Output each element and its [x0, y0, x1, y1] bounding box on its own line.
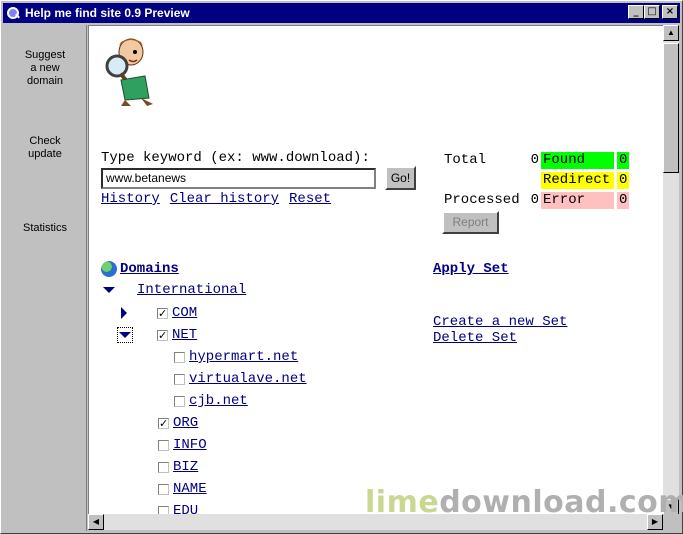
tree-item-name[interactable]: NAME	[173, 481, 207, 497]
scroll-left-button[interactable]: ◀	[88, 514, 104, 530]
focus-expander[interactable]	[117, 327, 133, 343]
reset-link[interactable]: Reset	[289, 191, 331, 207]
processed-value: 0	[530, 192, 539, 208]
app-window: Help me find site 0.9 Preview _ □ × Sugg…	[0, 0, 683, 534]
collapse-down-icon	[119, 332, 131, 338]
window-controls: _ □ ×	[628, 5, 678, 19]
redirect-label: Redirect	[541, 172, 614, 189]
keyword-input[interactable]: www.betanews	[101, 168, 376, 189]
tree-row-hypermart: hypermart.net	[174, 348, 298, 366]
watermark-logo: limedownload.com	[365, 485, 683, 520]
international-link[interactable]: International	[137, 282, 246, 298]
sidebar-item-statistics[interactable]: Statistics	[3, 222, 87, 235]
domains-link[interactable]: Domains	[120, 261, 179, 277]
clear-history-link[interactable]: Clear history	[170, 191, 279, 207]
checkbox-biz[interactable]	[158, 461, 169, 473]
watermark-part-lime: lime	[365, 485, 440, 520]
vertical-scroll-thumb[interactable]	[663, 43, 679, 173]
checkbox-cjb[interactable]	[174, 395, 185, 407]
redirect-value: 0	[617, 172, 629, 189]
tree-row-biz: BIZ	[158, 458, 198, 476]
tree-item-org[interactable]: ORG	[173, 415, 198, 431]
sidebar-item-suggest-domain[interactable]: Suggest a new domain	[3, 49, 87, 88]
keyword-label: Type keyword (ex: www.download):	[101, 150, 370, 166]
vertical-scrollbar[interactable]: ▲ ▼	[663, 25, 679, 515]
tree-item-net[interactable]: NET	[172, 327, 197, 343]
tree-row-com: ✓ COM	[121, 304, 197, 322]
sidebar: Suggest a new domain Check update Statis…	[3, 25, 87, 531]
checkbox-org[interactable]: ✓	[158, 417, 169, 429]
total-label: Total	[444, 152, 487, 168]
watermark-part-com: .com	[606, 485, 683, 520]
title-bar[interactable]: Help me find site 0.9 Preview _ □ ×	[3, 3, 680, 23]
processed-label: Processed	[444, 192, 520, 208]
tree-group-international: International	[103, 281, 246, 299]
delete-set-link[interactable]: Delete Set	[433, 330, 517, 346]
tree-root: Domains	[101, 260, 179, 278]
tree-row-info: INFO	[158, 436, 207, 454]
globe-icon	[101, 261, 117, 277]
tree-item-virtualave[interactable]: virtualave.net	[189, 371, 307, 387]
found-label: Found	[541, 152, 614, 169]
main-panel: Type keyword (ex: www.download): www.bet…	[88, 25, 663, 515]
maximize-button[interactable]: □	[644, 5, 660, 19]
minimize-button[interactable]: _	[628, 5, 644, 19]
checkbox-info[interactable]	[158, 439, 169, 451]
error-value: 0	[617, 192, 629, 209]
tree-row-org: ✓ ORG	[158, 414, 198, 432]
tree-row-virtualave: virtualave.net	[174, 370, 307, 388]
close-button[interactable]: ×	[662, 5, 678, 19]
report-button[interactable]: Report	[442, 211, 499, 234]
create-set-link[interactable]: Create a new Set	[433, 314, 567, 330]
window-title: Help me find site 0.9 Preview	[25, 6, 190, 20]
checkbox-com[interactable]: ✓	[157, 307, 168, 319]
tree-item-com[interactable]: COM	[172, 305, 197, 321]
tree-row-cjb: cjb.net	[174, 392, 248, 410]
found-value: 0	[617, 152, 629, 169]
tree-item-biz[interactable]: BIZ	[173, 459, 198, 475]
tree-item-hypermart[interactable]: hypermart.net	[189, 349, 298, 365]
tree-item-cjb[interactable]: cjb.net	[189, 393, 248, 409]
go-button[interactable]: Go!	[385, 166, 416, 190]
expand-down-icon[interactable]	[103, 287, 115, 293]
total-value: 0	[530, 152, 539, 168]
tree-item-info[interactable]: INFO	[173, 437, 207, 453]
sidebar-item-check-update[interactable]: Check update	[3, 135, 87, 161]
magnifier-icon	[5, 5, 21, 21]
search-links: History Clear history Reset	[101, 191, 331, 207]
tree-row-net: ✓ NET	[117, 326, 197, 344]
checkbox-virtualave[interactable]	[174, 373, 185, 385]
detective-mascot-image	[105, 38, 153, 106]
watermark-part-download: download	[439, 485, 607, 520]
tree-row-name: NAME	[158, 480, 207, 498]
error-label: Error	[541, 192, 614, 209]
checkbox-name[interactable]	[158, 483, 169, 495]
expand-right-icon[interactable]	[121, 307, 127, 319]
checkbox-hypermart[interactable]	[174, 351, 185, 363]
apply-set-link[interactable]: Apply Set	[433, 261, 509, 277]
checkbox-net[interactable]: ✓	[157, 329, 168, 341]
scroll-up-button[interactable]: ▲	[663, 25, 679, 41]
history-link[interactable]: History	[101, 191, 160, 207]
